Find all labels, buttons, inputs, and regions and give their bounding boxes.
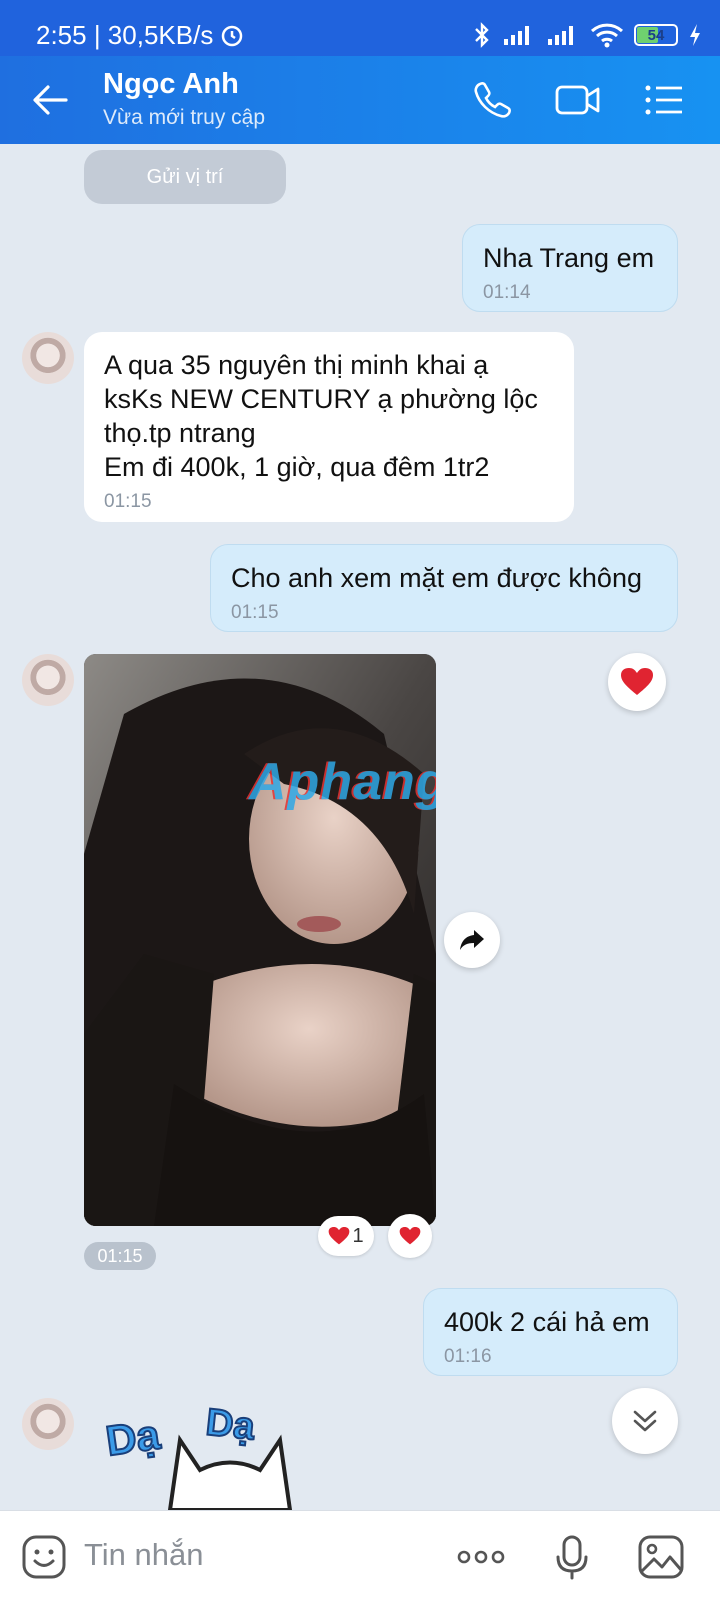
message-incoming[interactable]: A qua 35 nguyên thị minh khai ạ ksKs NEW… (84, 332, 574, 522)
message-line: ksKs NEW CENTURY ạ phường lộc (104, 384, 538, 414)
avatar[interactable] (22, 332, 74, 384)
microphone-icon[interactable] (548, 1533, 596, 1581)
photo-watermark: Aphang (249, 753, 436, 811)
alarm-icon (222, 25, 243, 47)
message-input-bar: Tin nhắn (0, 1510, 720, 1600)
wifi-icon (590, 23, 624, 48)
message-line: A qua 35 nguyên thị minh khai ạ (104, 350, 489, 380)
battery-icon: 54 (634, 24, 678, 46)
sticker-text-1: Dạ (102, 1409, 164, 1465)
heart-reaction-button[interactable] (608, 653, 666, 711)
message-text: Cho anh xem mặt em được không (231, 563, 642, 593)
reaction-count: 1 (352, 1224, 364, 1247)
heart-react-button[interactable] (388, 1214, 432, 1258)
forward-button[interactable] (444, 912, 500, 968)
message-time: 01:16 (444, 1346, 492, 1367)
message-text: Nha Trang em (483, 243, 655, 273)
emoji-icon[interactable] (20, 1533, 68, 1581)
photo-image (84, 654, 436, 1226)
battery-level: 54 (647, 26, 665, 44)
message-time: 01:14 (483, 282, 531, 303)
message-outgoing[interactable]: Nha Trang em 01:14 (462, 224, 678, 312)
scroll-down-button[interactable] (612, 1388, 678, 1454)
heart-icon (621, 668, 653, 695)
video-call-icon[interactable] (554, 78, 602, 122)
message-outgoing[interactable]: 400k 2 cái hả em 01:16 (423, 1288, 678, 1376)
menu-list-icon[interactable] (642, 78, 686, 122)
phone-call-icon[interactable] (470, 78, 514, 122)
chat-area[interactable]: Gửi vị trí Nha Trang em 01:14 A qua 35 n… (0, 144, 720, 1510)
sticker[interactable]: Dạ Dạ (100, 1400, 300, 1510)
photo-time: 01:15 (84, 1242, 156, 1270)
charging-icon (690, 24, 700, 46)
heart-icon (329, 1226, 350, 1245)
message-text: 400k 2 cái hả em (444, 1307, 650, 1337)
reaction-count-pill[interactable]: 1 (318, 1216, 374, 1256)
sticker-text-2: Dạ (203, 1401, 258, 1450)
more-options-icon[interactable] (456, 1533, 506, 1581)
contact-status: Vừa mới truy cập (103, 106, 266, 129)
double-chevron-down-icon (633, 1410, 657, 1432)
signal-icon-2 (548, 26, 573, 45)
photo-message[interactable]: Aphang (84, 654, 436, 1226)
chat-header: Ngọc Anh Vừa mới truy cập (0, 56, 720, 144)
avatar[interactable] (22, 654, 74, 706)
location-message[interactable]: Gửi vị trí (84, 150, 286, 204)
contact-name[interactable]: Ngọc Anh (103, 68, 239, 101)
message-line: thọ.tp ntrang (104, 418, 256, 448)
share-forward-icon (460, 930, 484, 950)
bluetooth-icon (475, 22, 489, 48)
status-time-speed: 2:55 | 30,5KB/s (36, 19, 214, 50)
message-time: 01:15 (104, 491, 152, 512)
message-input[interactable]: Tin nhắn (84, 1537, 204, 1573)
back-arrow-icon[interactable] (30, 80, 70, 120)
image-gallery-icon[interactable] (636, 1533, 686, 1581)
message-time: 01:15 (231, 602, 279, 623)
avatar[interactable] (22, 1398, 74, 1450)
message-outgoing[interactable]: Cho anh xem mặt em được không 01:15 (210, 544, 678, 632)
signal-icon (504, 26, 529, 45)
message-line: Em đi 400k, 1 giờ, qua đêm 1tr2 (104, 452, 490, 482)
heart-icon (399, 1226, 421, 1245)
